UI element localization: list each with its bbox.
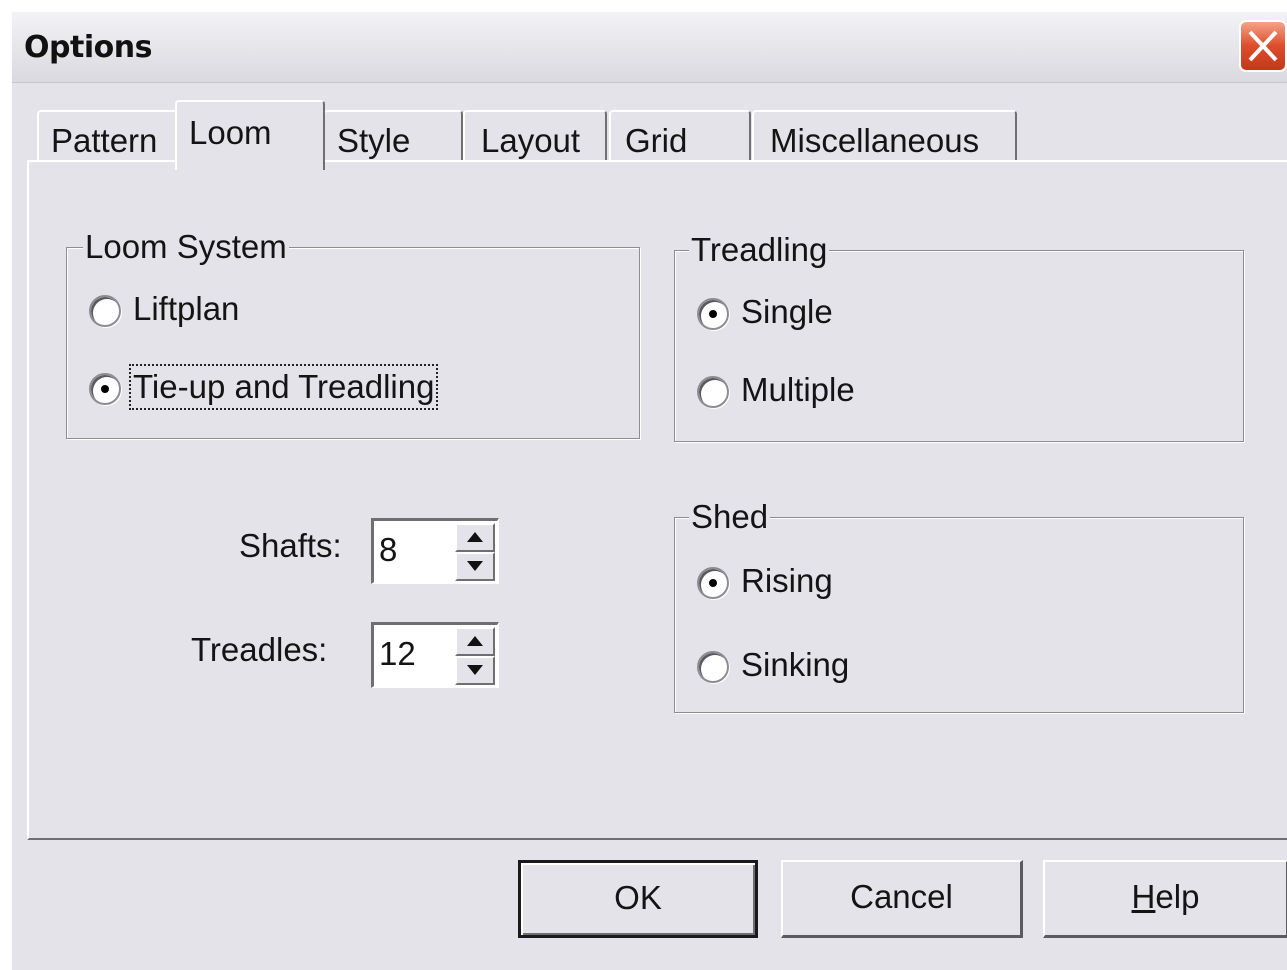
radio-selected-dot [101, 385, 109, 393]
tab-label: Pattern [51, 122, 158, 159]
treadling-group: Treadling Single Multiple [674, 231, 1244, 442]
shafts-label: Shafts: [239, 527, 342, 564]
shafts-value[interactable]: 8 [379, 531, 397, 569]
tab-label: Layout [481, 122, 581, 159]
treadles-spin-buttons [455, 627, 495, 685]
radio-label: Liftplan [133, 290, 240, 327]
background-ruler-left [0, 0, 10, 958]
ok-button[interactable]: OK [518, 860, 758, 938]
treadles-value[interactable]: 12 [379, 635, 416, 673]
shafts-decrement-button[interactable] [455, 552, 495, 581]
close-button[interactable] [1239, 20, 1287, 72]
cancel-button[interactable]: Cancel [781, 860, 1023, 938]
radio-label: Sinking [741, 646, 850, 683]
help-label-rest: elp [1155, 878, 1200, 915]
radio-single[interactable]: Single [697, 293, 897, 337]
tab-label: Style [337, 122, 411, 159]
radio-circle [697, 567, 729, 599]
tab-label: Loom [189, 114, 272, 151]
radio-circle [89, 295, 121, 327]
shafts-stepper[interactable]: 8 [371, 518, 499, 584]
radio-tie-up-and-treadling[interactable]: Tie-up and Treadling [89, 364, 479, 412]
radio-selected-dot [709, 310, 717, 318]
radio-selected-dot [709, 579, 717, 587]
shafts-increment-button[interactable] [455, 523, 495, 552]
radio-label: Tie-up and Treadling [128, 364, 439, 410]
tab-panel-loom: Loom System Liftplan Tie-up and Treadlin… [27, 160, 1287, 840]
treadles-decrement-button[interactable] [455, 656, 495, 685]
arrow-down-icon [467, 561, 483, 571]
treadling-title: Treadling [689, 231, 830, 269]
radio-circle [697, 376, 729, 408]
treadles-increment-button[interactable] [455, 627, 495, 656]
title-bar[interactable]: Options [12, 12, 1287, 83]
radio-label: Multiple [741, 371, 855, 408]
help-accelerator-letter: H [1131, 878, 1156, 915]
radio-rising[interactable]: Rising [697, 562, 897, 606]
background-ruler-top [0, 0, 1287, 10]
arrow-up-icon [467, 532, 483, 542]
radio-multiple[interactable]: Multiple [697, 371, 897, 415]
loom-system-group: Loom System Liftplan Tie-up and Treadlin… [66, 228, 640, 439]
radio-circle [697, 298, 729, 330]
tab-label: Grid [625, 122, 688, 159]
tab-label: Miscellaneous [770, 122, 980, 159]
treadles-stepper[interactable]: 12 [371, 622, 499, 688]
shed-group: Shed Rising Sinking [674, 498, 1244, 713]
radio-sinking[interactable]: Sinking [697, 646, 897, 690]
options-dialog: Options Pattern Loom Style Layout Grid M… [10, 10, 1287, 970]
treadles-label: Treadles: [191, 631, 328, 668]
close-icon [1248, 30, 1278, 62]
loom-system-title: Loom System [83, 228, 289, 266]
radio-circle [697, 651, 729, 683]
window-title: Options [24, 30, 152, 65]
help-button[interactable]: Help [1043, 860, 1287, 938]
radio-label: Single [741, 293, 833, 330]
shafts-spin-buttons [455, 523, 495, 581]
radio-label: Rising [741, 562, 833, 599]
radio-liftplan[interactable]: Liftplan [89, 290, 289, 334]
tab-loom[interactable]: Loom [175, 100, 325, 170]
shed-title: Shed [689, 498, 771, 536]
radio-circle [89, 373, 121, 405]
arrow-up-icon [467, 636, 483, 646]
arrow-down-icon [467, 665, 483, 675]
